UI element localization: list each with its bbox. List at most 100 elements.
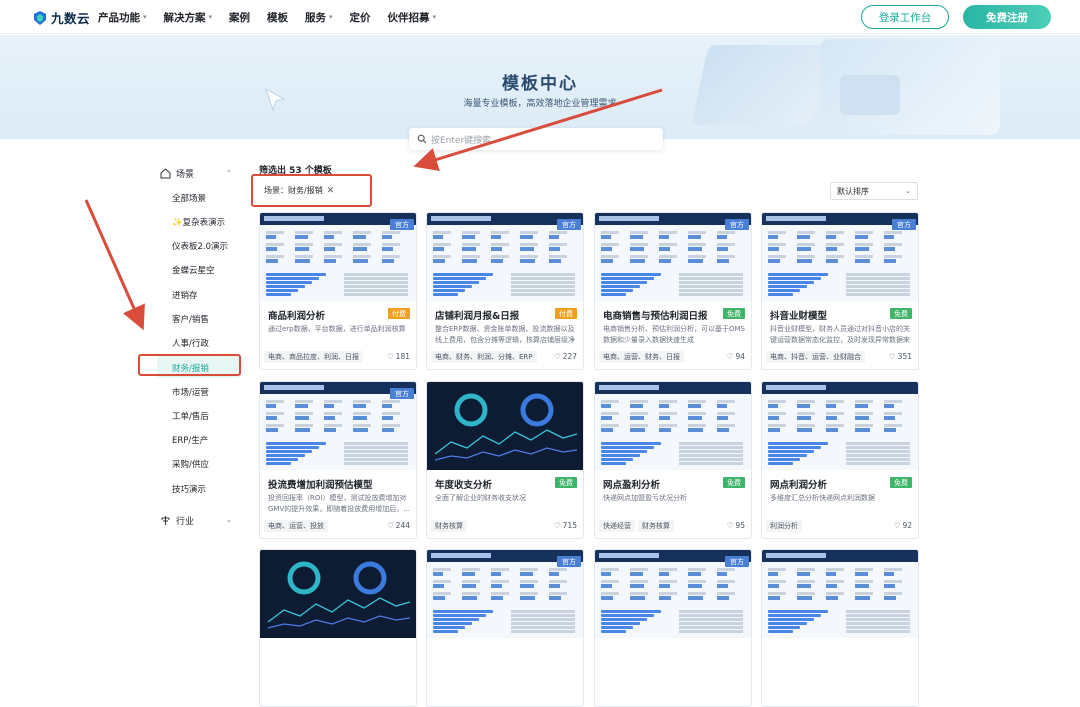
- template-card[interactable]: 官方: [426, 549, 584, 707]
- template-tag[interactable]: 财务核算: [431, 520, 467, 532]
- thumbnail-label: [520, 592, 538, 595]
- sidebar-item-complex-table[interactable]: ✨复杂表演示: [172, 216, 225, 228]
- template-title[interactable]: 店铺利润月报&日报: [435, 308, 519, 322]
- donut-ring: [520, 393, 554, 427]
- template-tag[interactable]: 利润分析: [766, 520, 802, 532]
- template-tag[interactable]: 电商、商品拉度、利润、日报: [264, 351, 363, 363]
- template-card[interactable]: 官方 商品利润分析 付费 通过erp数据、平台数据，进行单品利润核算 电商、商品拉度、利…: [259, 212, 417, 370]
- sidebar-item-customer-sales[interactable]: 客户/销售: [172, 313, 209, 325]
- template-title[interactable]: 商品利润分析: [268, 308, 325, 322]
- thumbnail-label: [549, 592, 567, 595]
- thumbnail-label: [797, 400, 815, 403]
- template-title[interactable]: 抖音业财模型: [770, 308, 827, 322]
- nav-link-products[interactable]: 产品功能 ▾: [98, 10, 147, 25]
- thumbnail-metric: [324, 259, 336, 263]
- login-button[interactable]: 登录工作台: [861, 5, 949, 29]
- template-card[interactable]: 官方 电商销售与预估利润日报 免费 电商销售分析、预估利润分析，可以基于OMS数据和少…: [594, 212, 752, 370]
- template-tag[interactable]: 财务核算: [638, 520, 674, 532]
- thumbnail-metric: [855, 584, 869, 588]
- thumbnail-metric: [855, 572, 868, 576]
- nav-link-cases[interactable]: 案例: [229, 10, 250, 25]
- sidebar-item-dashboard[interactable]: 仪表板2.0演示: [172, 240, 228, 252]
- logo[interactable]: 九数云: [33, 8, 90, 27]
- template-title[interactable]: 投流费增加利润预估模型: [268, 477, 373, 491]
- sidebar-item-purchasing[interactable]: 采购/供应: [172, 458, 209, 470]
- template-card[interactable]: 年度收支分析 免费 全面了解企业的财务收支状况 财务核算 ♡ 715: [426, 381, 584, 539]
- template-tag[interactable]: 电商、抖音、运营、业财融合: [766, 351, 865, 363]
- sidebar-item-inventory[interactable]: 进销存: [172, 289, 198, 301]
- template-card[interactable]: [259, 549, 417, 707]
- sidebar-item-erp[interactable]: ERP/生产: [172, 434, 208, 446]
- template-card[interactable]: [761, 549, 919, 707]
- thumbnail-row: [679, 622, 743, 625]
- thumbnail-bar: [266, 289, 298, 292]
- official-badge: 官方: [390, 219, 414, 230]
- thumbnail-metric: [601, 572, 611, 576]
- thumbnail-label: [768, 231, 786, 234]
- template-card[interactable]: 官方 抖音业财模型 免费 抖音业财模型，财务人员通过对抖音小店的关键运营数据常态化监控…: [761, 212, 919, 370]
- top-navbar: 九数云 产品功能 ▾ 解决方案 ▾ 案例 模板 服务 ▾ 定价 伙伴招募 ▾ 登录工作台…: [0, 0, 1080, 34]
- thumbnail-label: [462, 243, 480, 246]
- sidebar-item-marketing[interactable]: 市场/运营: [172, 386, 209, 398]
- template-title[interactable]: 年度收支分析: [435, 477, 492, 491]
- thumbnail-label: [324, 255, 342, 258]
- sidebar-industry-header[interactable]: 行业 ⌄: [160, 513, 240, 527]
- thumbnail-header: [762, 550, 918, 562]
- thumbnail-label: [768, 568, 786, 571]
- template-title[interactable]: 网点利润分析: [770, 477, 827, 491]
- sidebar-item-hr-admin[interactable]: 人事/行政: [172, 337, 209, 349]
- thumbnail-row: [846, 450, 910, 453]
- thumbnail-bar: [768, 285, 807, 288]
- free-badge: 免费: [890, 308, 912, 319]
- thumbnail-label: [768, 400, 786, 403]
- thumbnail-row: [846, 446, 910, 449]
- thumbnail-metric: [797, 247, 811, 251]
- thumbnail-label: [855, 592, 873, 595]
- template-tag[interactable]: 电商、财务、利润、分摊、ERP: [431, 351, 537, 363]
- thumbnail-label: [884, 255, 902, 258]
- donut-ring: [287, 561, 321, 595]
- template-title[interactable]: 网点盈利分析: [603, 477, 660, 491]
- template-card[interactable]: 网点利润分析 免费 多维度汇总分析快递网点利润数据 利润分析 ♡ 92: [761, 381, 919, 539]
- thumbnail-label: [688, 400, 706, 403]
- thumbnail-metric: [295, 259, 310, 263]
- template-title[interactable]: 电商销售与预估利润日报: [603, 308, 708, 322]
- sidebar-item-kingdee[interactable]: 金蝶云星空: [172, 264, 215, 276]
- sidebar-item-all-scenes[interactable]: 全部场景: [172, 192, 206, 204]
- thumbnail-label: [630, 231, 648, 234]
- nav-link-services[interactable]: 服务 ▾: [305, 10, 333, 25]
- sidebar-scene-label: 场景: [176, 169, 195, 180]
- template-tag[interactable]: 快递经营: [599, 520, 635, 532]
- thumbnail-metric: [717, 235, 727, 239]
- thumbnail-metric: [797, 259, 812, 263]
- thumbnail-bar: [601, 622, 640, 625]
- template-tag[interactable]: 电商、运营、财务、日报: [599, 351, 684, 363]
- nav-link-solutions[interactable]: 解决方案 ▾: [164, 10, 213, 25]
- sort-select[interactable]: 默认排序 ⌄: [830, 182, 918, 200]
- template-card[interactable]: 网点盈利分析 免费 快递网点加盟盈亏状况分析 快递经营 财务核算 ♡ 95: [594, 381, 752, 539]
- nav-link-partners[interactable]: 伙伴招募 ▾: [388, 10, 437, 25]
- template-card[interactable]: 官方 店铺利润月报&日报 付费 整合ERP数据、资金账单数据、投流数据以及线上费用，包…: [426, 212, 584, 370]
- template-tags: 电商、商品拉度、利润、日报: [264, 351, 363, 363]
- thumbnail-label: [630, 400, 648, 403]
- sidebar-item-tips[interactable]: 技巧演示: [172, 483, 206, 495]
- thumbnail-bar: [768, 626, 800, 629]
- search-input[interactable]: 按Enter键搜索: [409, 128, 663, 150]
- sidebar-item-aftersales[interactable]: 工单/售后: [172, 410, 209, 422]
- register-button[interactable]: 免费注册: [963, 5, 1051, 29]
- template-card[interactable]: 官方: [594, 549, 752, 707]
- thumbnail-bar: [266, 462, 291, 465]
- thumbnail-metric: [797, 235, 810, 239]
- nav-link-label: 定价: [349, 11, 371, 24]
- sidebar-scene-header[interactable]: 场景 ⌃: [160, 166, 240, 180]
- thumbnail-label: [717, 424, 735, 427]
- template-tag[interactable]: 电商、运营、投放: [264, 520, 328, 532]
- thumbnail-bar: [601, 610, 661, 613]
- nav-link-templates[interactable]: 模板: [267, 10, 288, 25]
- nav-link-pricing[interactable]: 定价: [350, 10, 371, 25]
- thumbnail-row: [679, 458, 743, 461]
- thumbnail-metric: [659, 247, 670, 251]
- template-card[interactable]: 官方 投流费增加利润预估模型 投资回报率（ROI）模型，测试投放费增加对GMV的提升…: [259, 381, 417, 539]
- free-badge: 免费: [723, 477, 745, 488]
- thumbnail-row: [846, 273, 910, 276]
